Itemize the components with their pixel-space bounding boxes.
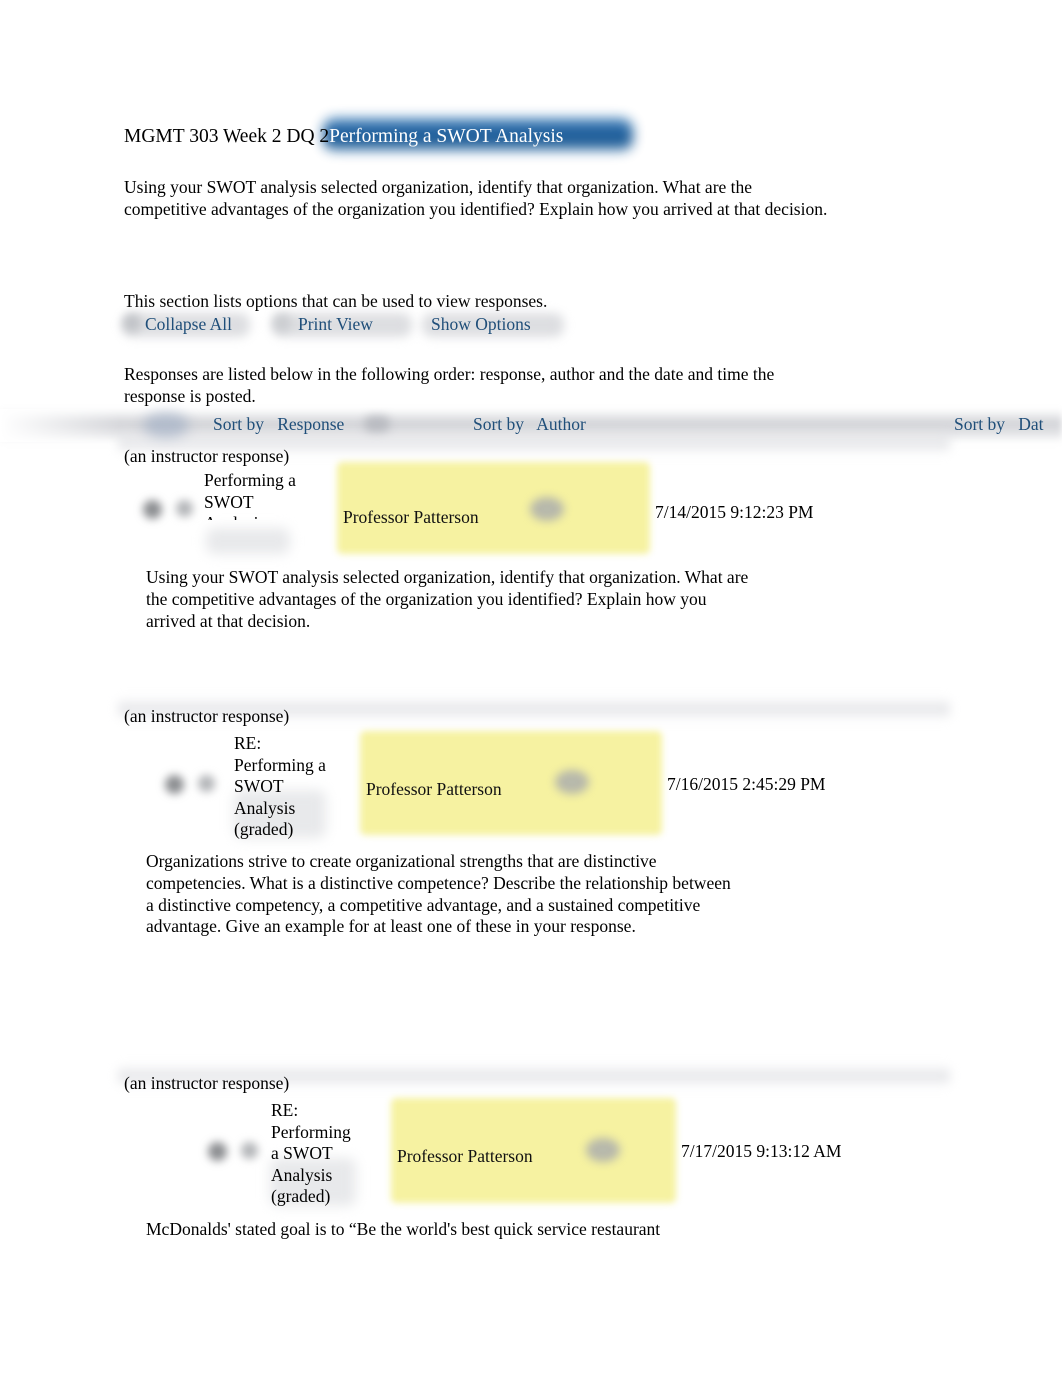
response-title-3-line-1: RE:: [271, 1100, 299, 1120]
response-title-3-line-4: Analysis: [271, 1164, 333, 1185]
sort-by-author-field: Author: [536, 414, 586, 434]
discussion-thread-page: MGMT 303 Week 2 DQ 2 Performing a SWOT An…: [0, 0, 1062, 1377]
page-title-prefix: MGMT 303 Week 2 DQ 2: [124, 126, 330, 147]
sort-response-divider-icon: [364, 416, 390, 432]
options-intro: This section lists options that can be u…: [124, 291, 548, 311]
sort-by-response-field: Response: [277, 414, 345, 434]
sort-bar-blue-icon: [143, 412, 189, 438]
response-body-1-line-3: arrived at that decision.: [146, 610, 311, 631]
response-flag-icon-2: [198, 775, 215, 792]
response-flag-icon-3: [241, 1142, 258, 1159]
page-title-highlight: Performing a SWOT Analysis: [329, 126, 564, 147]
response-body-3-line-1: McDonalds' stated goal is to “Be the wor…: [146, 1219, 661, 1239]
response-title-1-line-2: SWOT: [204, 491, 254, 512]
sort-by-author-prefix: Sort by: [473, 414, 525, 434]
author-avatar-icon-1: [530, 497, 564, 521]
response-title-1-line-1: Performing a: [204, 470, 296, 490]
response-title-2-line-5: (graded): [234, 819, 294, 839]
order-note: Responses are listed below in the follow…: [124, 364, 884, 407]
sort-by-date-prefix: Sort by: [954, 414, 1006, 434]
response-title-3[interactable]: RE: Performing a SWOT Analysis (graded): [271, 1100, 391, 1208]
response-body-2-line-3: a distinctive competency, a competitive …: [146, 894, 701, 915]
response-body-1: Using your SWOT analysis selected organi…: [146, 567, 748, 632]
sort-by-response-prefix: Sort by: [213, 414, 265, 434]
print-view-icon: [273, 314, 291, 332]
author-avatar-icon-3: [586, 1138, 620, 1162]
response-title-3-line-2: Performing: [271, 1121, 351, 1142]
response-expand-icon-3: [208, 1142, 227, 1161]
prompt-line-1: Using your SWOT analysis selected organi…: [124, 177, 753, 197]
response-title-3-line-3: a SWOT: [271, 1143, 333, 1163]
response-datetime-2: 7/16/2015 2:45:29 PM: [667, 774, 826, 794]
collapse-all-link[interactable]: Collapse All: [145, 314, 232, 335]
instructor-response-label: (an instructor response): [124, 706, 290, 726]
prompt-line-2: competitive advantages of the organizati…: [124, 198, 828, 219]
response-body-1-line-1: Using your SWOT analysis selected organi…: [146, 567, 749, 587]
show-options-link[interactable]: Show Options: [431, 314, 531, 335]
prompt-paragraph: Using your SWOT analysis selected organi…: [124, 177, 884, 220]
response-flag-icon-1: [176, 500, 193, 517]
sort-bar-left-fade: [0, 409, 120, 442]
collapse-all-icon: [123, 314, 141, 332]
sort-by-date-link[interactable]: Sort by Dat: [954, 414, 1043, 435]
response-body-2: Organizations strive to create organizat…: [146, 851, 731, 938]
response-title-1[interactable]: Performing a SWOT Analysis: [204, 470, 340, 520]
response-title-2-line-1: RE:: [234, 733, 262, 753]
order-note-line-1: Responses are listed below in the follow…: [124, 364, 775, 384]
sort-by-date-field: Dat: [1018, 414, 1044, 434]
response-body-1-line-2: the competitive advantages of the organi…: [146, 588, 707, 609]
response-datetime-1: 7/14/2015 9:12:23 PM: [655, 502, 814, 522]
response-title-2-line-4: Analysis: [234, 797, 296, 818]
response-title-1-line-3: Analysis: [204, 513, 340, 520]
response-body-2-line-2: competencies. What is a distinctive comp…: [146, 872, 731, 893]
response-body-2-line-4: advantage. Give an example for at least …: [146, 916, 636, 937]
author-name-2: Professor Patterson: [366, 779, 502, 799]
sort-by-response-link[interactable]: Sort by Response: [213, 414, 344, 435]
response-title-2[interactable]: RE: Performing a SWOT Analysis (graded): [234, 733, 364, 841]
page-title: MGMT 303 Week 2 DQ 2 Performing a SWOT An…: [124, 118, 634, 151]
page-title-highlight-wrap: Performing a SWOT Analysis: [323, 118, 634, 151]
response-title-3-line-5: (graded): [271, 1186, 331, 1206]
response-title-2-line-3: SWOT: [234, 776, 284, 796]
response-datetime-3: 7/17/2015 9:13:12 AM: [681, 1141, 842, 1161]
sort-by-author-link[interactable]: Sort by Author: [473, 414, 586, 435]
instructor-response-label: (an instructor response): [124, 446, 290, 466]
response-body-3: McDonalds' stated goal is to “Be the wor…: [146, 1219, 660, 1241]
response-title-2-line-2: Performing a: [234, 754, 326, 775]
instructor-response-label: (an instructor response): [124, 1073, 290, 1093]
author-avatar-icon-2: [555, 770, 589, 794]
author-name-1: Professor Patterson: [343, 507, 479, 527]
author-name-3: Professor Patterson: [397, 1146, 533, 1166]
print-view-link[interactable]: Print View: [298, 314, 373, 335]
response-expand-icon-2: [165, 775, 184, 794]
order-note-line-2: response is posted.: [124, 385, 256, 406]
response-title-underpill-1: [206, 528, 290, 554]
response-body-2-line-1: Organizations strive to create organizat…: [146, 851, 657, 871]
response-expand-icon-1: [143, 500, 162, 519]
